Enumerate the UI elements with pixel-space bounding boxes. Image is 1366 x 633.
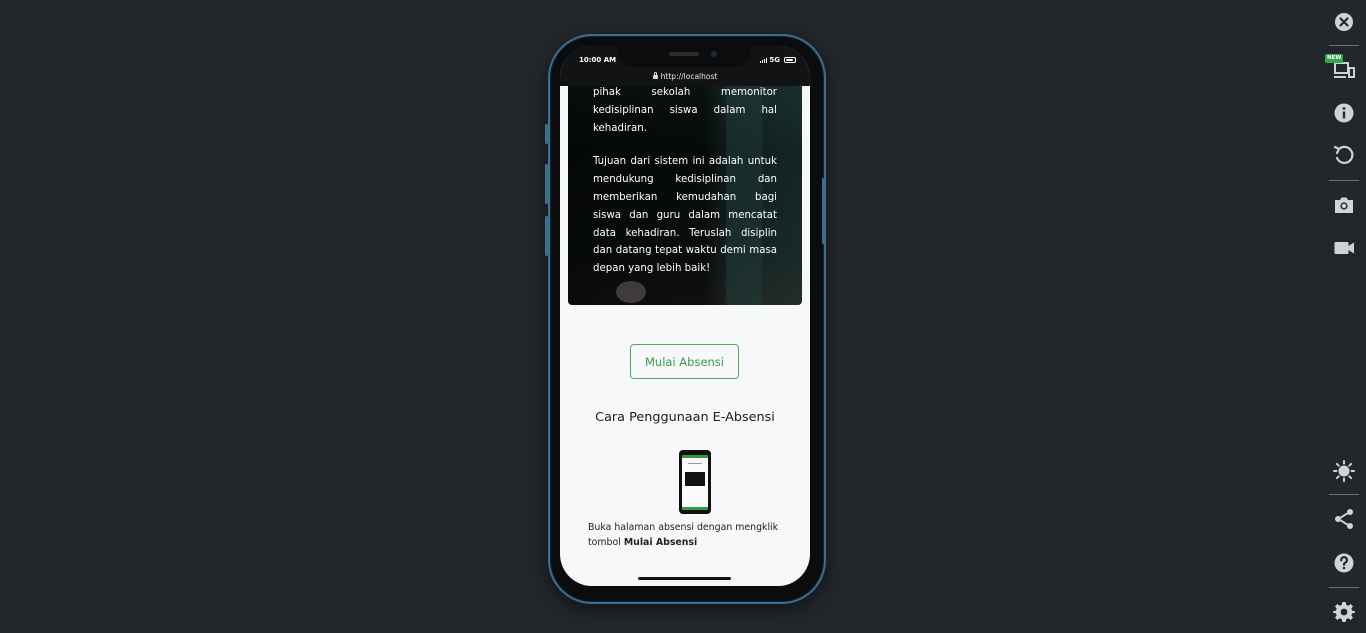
phone-power-button [822, 178, 825, 244]
toolbar-divider [1329, 180, 1359, 181]
info-icon[interactable] [1332, 101, 1356, 125]
signal-icon [760, 57, 768, 63]
front-camera [711, 51, 717, 57]
toolbar-divider [1329, 494, 1359, 495]
battery-icon [784, 57, 796, 63]
step-description: Buka halaman absensi dengan mengklik tom… [588, 520, 788, 550]
hero-paragraph-1: pihak sekolah memonitor kedisiplinan sis… [593, 87, 777, 134]
close-icon[interactable] [1332, 10, 1356, 34]
device-toolbar [1320, 0, 1366, 633]
hero-description: pihak sekolah memonitor kedisiplinan sis… [593, 84, 777, 278]
address-bar[interactable]: http://localhost [560, 72, 810, 81]
phone-screen: pihak sekolah memonitor kedisiplinan sis… [560, 46, 810, 586]
speaker-grille [669, 52, 699, 56]
phone-side-button [545, 124, 548, 144]
new-badge: NEW [1325, 54, 1344, 63]
status-time: 10:00 AM [579, 56, 617, 64]
phone-notch [618, 46, 750, 67]
hero-background-figure [616, 281, 646, 303]
rotate-icon[interactable] [1332, 143, 1356, 167]
settings-icon[interactable] [1332, 600, 1356, 624]
url-text: http://localhost [660, 72, 718, 81]
lock-icon [652, 72, 658, 79]
network-label: 5G [769, 56, 780, 64]
phone-volume-up-button [545, 164, 548, 204]
home-indicator[interactable] [638, 577, 731, 580]
share-icon[interactable] [1332, 507, 1356, 531]
help-icon[interactable] [1332, 551, 1356, 575]
step-bold-text: Mulai Absensi [623, 537, 698, 548]
start-attendance-button[interactable]: Mulai Absensi [630, 344, 739, 379]
status-indicators: 5G [760, 56, 796, 64]
phone-volume-down-button [545, 216, 548, 256]
phone-illustration [679, 450, 711, 514]
camera-icon[interactable] [1332, 193, 1356, 217]
toolbar-divider [1329, 587, 1359, 588]
brightness-icon[interactable] [1332, 459, 1356, 483]
video-icon[interactable] [1332, 236, 1356, 260]
section-title: Cara Penggunaan E-Absensi [595, 410, 775, 425]
toolbar-divider [1329, 45, 1359, 46]
hero-paragraph-2: Tujuan dari sistem ini adalah untuk mend… [593, 156, 777, 275]
